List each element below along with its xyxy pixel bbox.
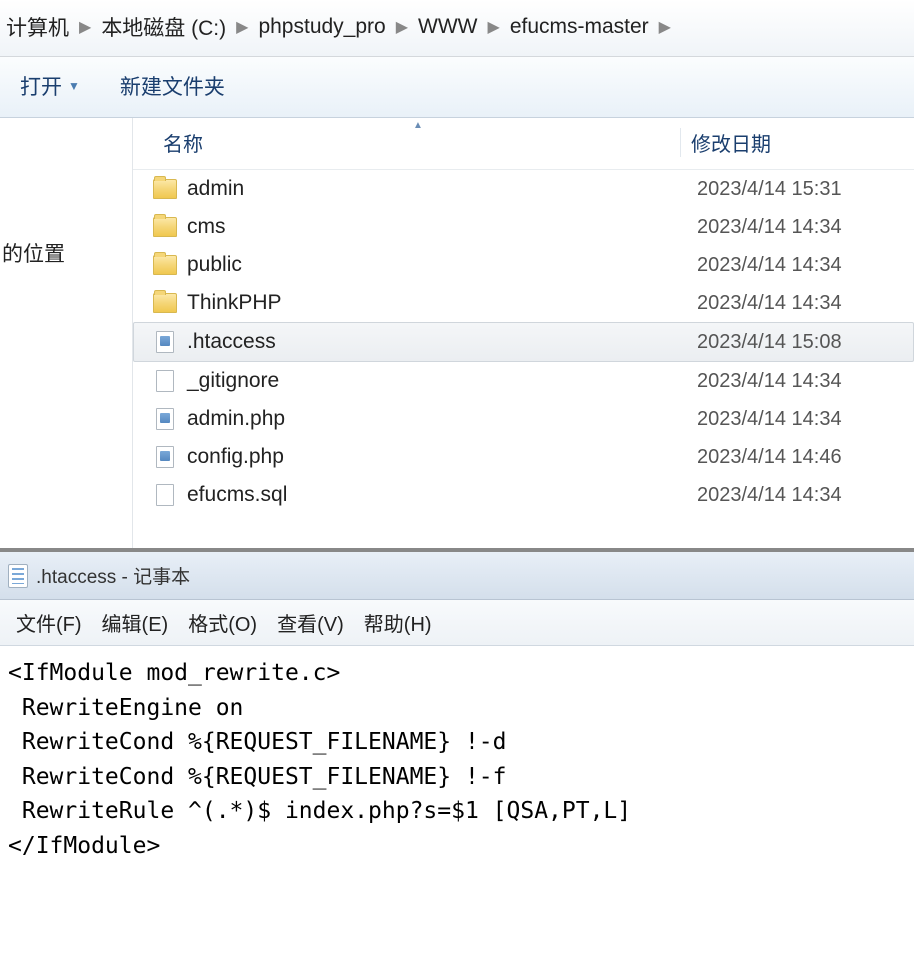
column-header-name[interactable]: 名称 [133, 128, 680, 157]
file-icon [151, 483, 179, 507]
file-row[interactable]: efucms.sql2023/4/14 14:34 [133, 476, 914, 514]
file-date: 2023/4/14 15:31 [697, 178, 914, 201]
breadcrumb: 计算机 ▶ 本地磁盘 (C:) ▶ phpstudy_pro ▶ WWW ▶ e… [0, 0, 914, 57]
document-icon [151, 330, 179, 354]
file-row[interactable]: config.php2023/4/14 14:46 [133, 438, 914, 476]
chevron-right-icon: ▶ [484, 17, 504, 37]
menu-file[interactable]: 文件(F) [6, 608, 92, 637]
menu-help[interactable]: 帮助(H) [354, 608, 442, 637]
folder-icon [151, 215, 179, 239]
column-headers: ▲ 名称 修改日期 [133, 118, 914, 170]
notepad-window: .htaccess - 记事本 文件(F) 编辑(E) 格式(O) 查看(V) … [0, 548, 914, 873]
file-name: efucms.sql [187, 483, 697, 507]
open-button[interactable]: 打开 ▼ [0, 71, 100, 101]
notepad-titlebar[interactable]: .htaccess - 记事本 [0, 552, 914, 600]
breadcrumb-item-www[interactable]: WWW [412, 15, 483, 39]
folder-icon [151, 177, 179, 201]
file-row[interactable]: _gitignore2023/4/14 14:34 [133, 362, 914, 400]
file-name: admin.php [187, 407, 697, 431]
breadcrumb-item-phpstudy[interactable]: phpstudy_pro [252, 15, 391, 39]
file-date: 2023/4/14 14:34 [697, 292, 914, 315]
menu-edit[interactable]: 编辑(E) [92, 608, 179, 637]
sort-ascending-icon: ▲ [413, 120, 423, 131]
new-folder-button[interactable]: 新建文件夹 [100, 71, 245, 101]
chevron-right-icon: ▶ [75, 17, 95, 37]
file-date: 2023/4/14 14:34 [697, 370, 914, 393]
file-row[interactable]: public2023/4/14 14:34 [133, 246, 914, 284]
file-list: ▲ 名称 修改日期 admin2023/4/14 15:31cms2023/4/… [133, 118, 914, 548]
file-date: 2023/4/14 14:34 [697, 216, 914, 239]
column-header-date[interactable]: 修改日期 [680, 128, 914, 157]
file-name: cms [187, 215, 697, 239]
notepad-content[interactable]: <IfModule mod_rewrite.c> RewriteEngine o… [0, 646, 914, 873]
toolbar: 打开 ▼ 新建文件夹 [0, 57, 914, 118]
file-name: public [187, 253, 697, 277]
breadcrumb-item-disk[interactable]: 本地磁盘 (C:) [95, 12, 232, 42]
notepad-icon [8, 564, 28, 588]
file-row[interactable]: .htaccess2023/4/14 15:08 [133, 322, 914, 362]
new-folder-label: 新建文件夹 [120, 71, 225, 101]
chevron-right-icon: ▶ [655, 17, 675, 37]
chevron-right-icon: ▶ [392, 17, 412, 37]
file-date: 2023/4/14 14:34 [697, 408, 914, 431]
breadcrumb-item-efucms[interactable]: efucms-master [504, 15, 655, 39]
file-row[interactable]: admin.php2023/4/14 14:34 [133, 400, 914, 438]
menu-format[interactable]: 格式(O) [178, 608, 267, 637]
notepad-title-text: .htaccess - 记事本 [36, 562, 190, 589]
file-date: 2023/4/14 15:08 [697, 331, 913, 354]
file-date: 2023/4/14 14:34 [697, 254, 914, 277]
file-date: 2023/4/14 14:46 [697, 446, 914, 469]
chevron-right-icon: ▶ [232, 17, 252, 37]
file-row[interactable]: admin2023/4/14 15:31 [133, 170, 914, 208]
notepad-menubar: 文件(F) 编辑(E) 格式(O) 查看(V) 帮助(H) [0, 600, 914, 646]
folder-icon [151, 291, 179, 315]
folder-icon [151, 253, 179, 277]
breadcrumb-item-computer[interactable]: 计算机 [0, 12, 75, 42]
left-nav-panel: 的位置 [0, 118, 133, 548]
file-date: 2023/4/14 14:34 [697, 484, 914, 507]
file-name: .htaccess [187, 330, 697, 354]
open-label: 打开 [20, 71, 62, 101]
file-name: _gitignore [187, 369, 697, 393]
file-row[interactable]: cms2023/4/14 14:34 [133, 208, 914, 246]
dropdown-arrow-icon: ▼ [68, 79, 80, 93]
file-name: config.php [187, 445, 697, 469]
main-area: 的位置 ▲ 名称 修改日期 admin2023/4/14 15:31cms202… [0, 118, 914, 548]
file-row[interactable]: ThinkPHP2023/4/14 14:34 [133, 284, 914, 322]
document-icon [151, 445, 179, 469]
file-name: ThinkPHP [187, 291, 697, 315]
document-icon [151, 407, 179, 431]
file-name: admin [187, 177, 697, 201]
file-icon [151, 369, 179, 393]
menu-view[interactable]: 查看(V) [267, 608, 354, 637]
left-panel-label: 的位置 [0, 238, 132, 268]
